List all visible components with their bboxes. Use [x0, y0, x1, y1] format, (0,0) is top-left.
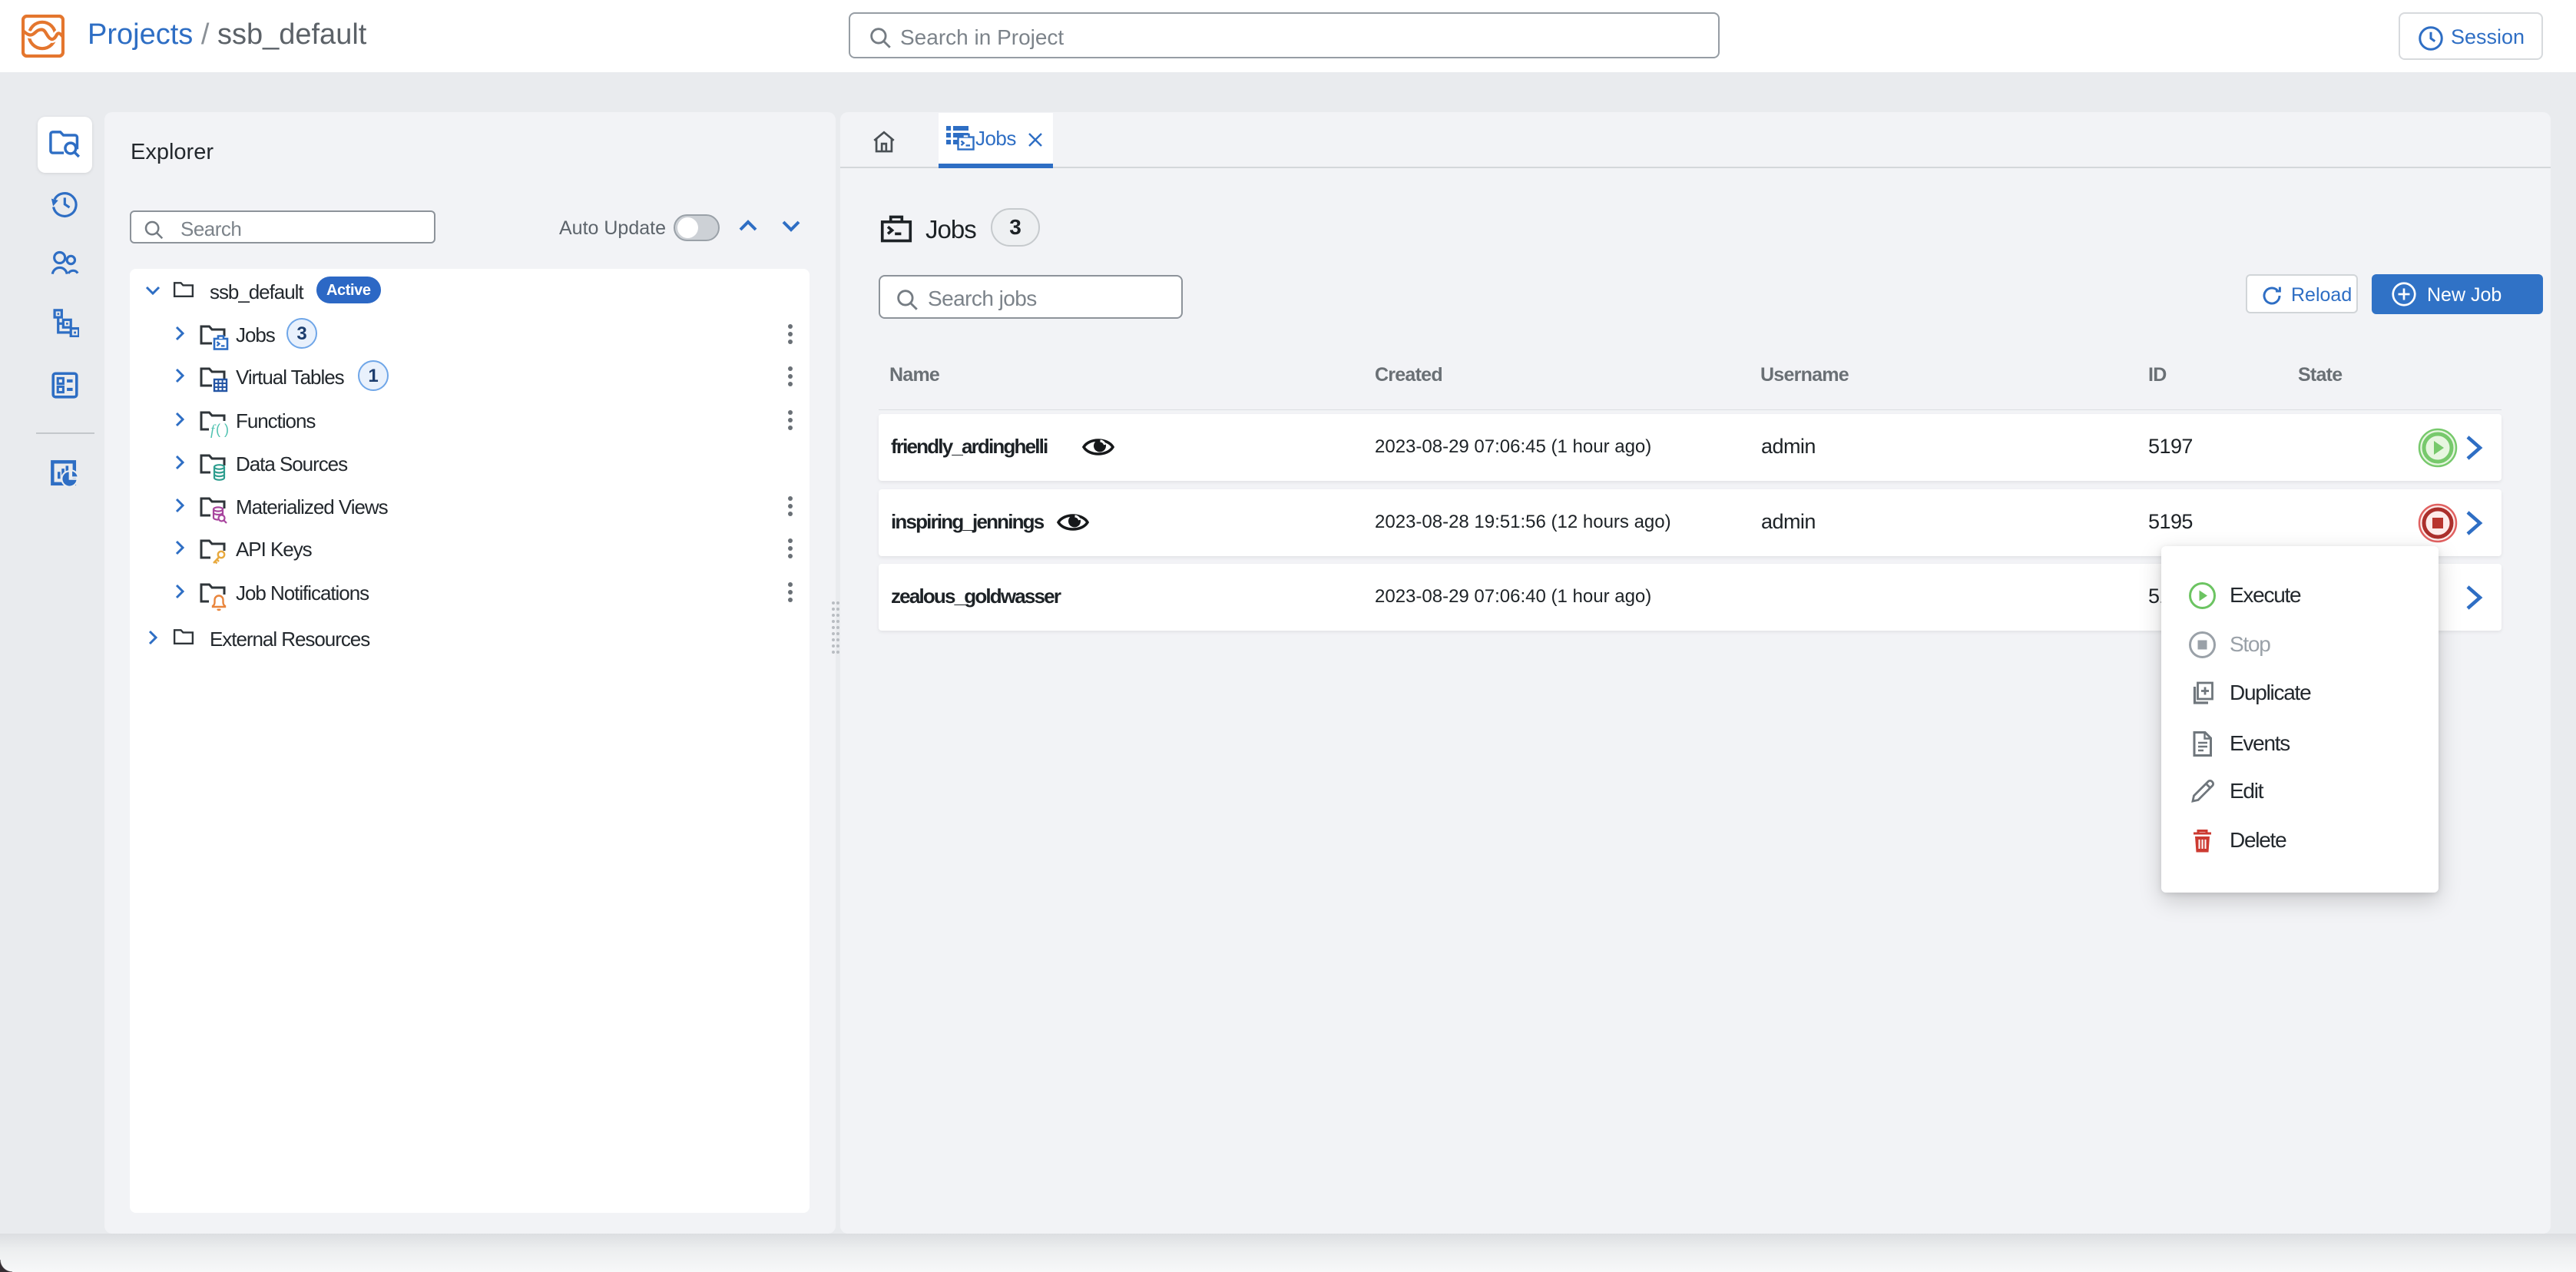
svg-text:( ): ( ): [216, 422, 229, 437]
